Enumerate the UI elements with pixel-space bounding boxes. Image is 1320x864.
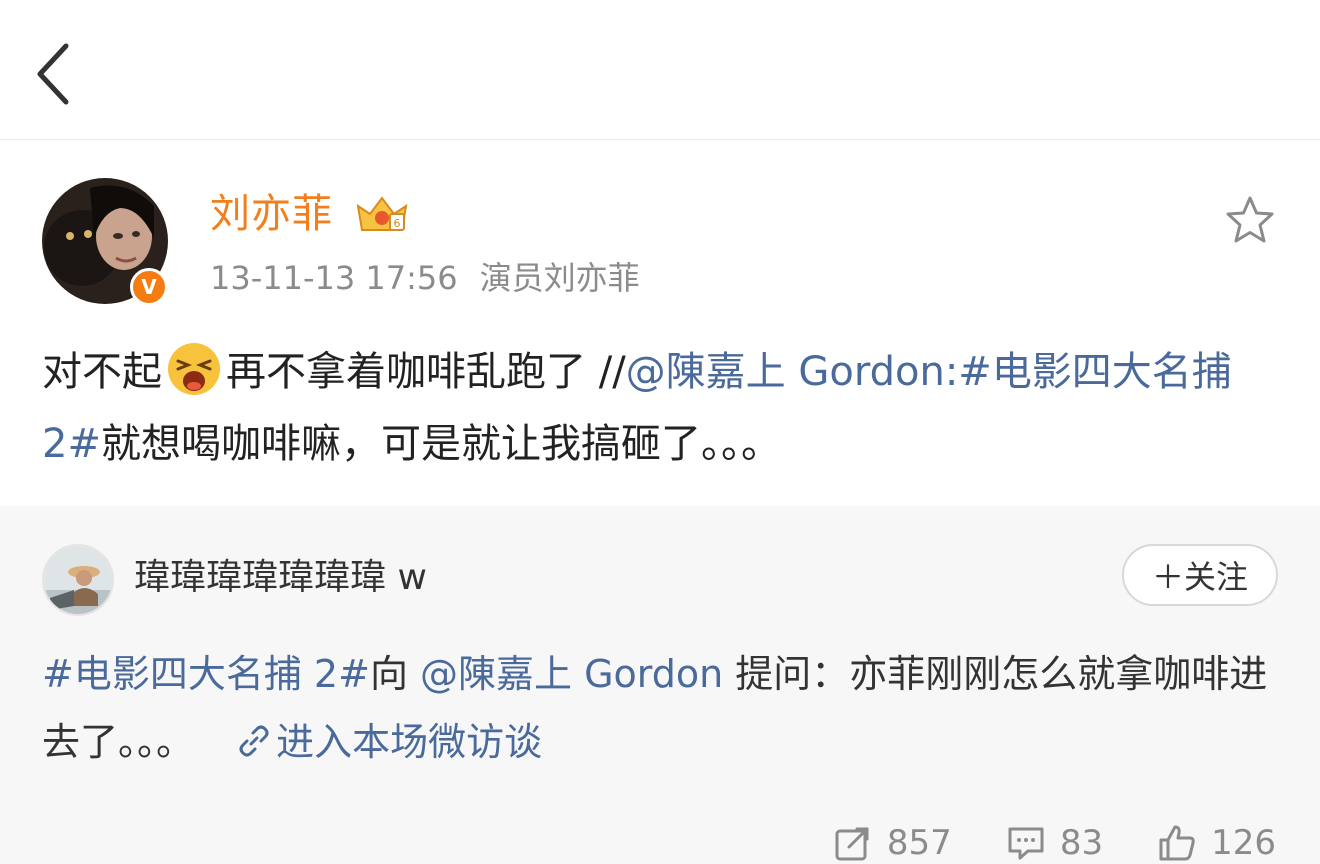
retweet-avatar-image [44, 546, 112, 614]
post-text-part2: 再不拿着咖啡乱跑了 // [226, 349, 626, 395]
interview-link-label: 进入本场微访谈 [276, 720, 543, 764]
retweet-text: #电影四大名捕 2#向 @陳嘉上 Gordon 提问：亦菲刚刚怎么就拿咖啡进去了… [42, 640, 1282, 776]
favorite-button[interactable] [1224, 194, 1276, 246]
retweeted-post[interactable]: 瑋瑋瑋瑋瑋瑋瑋 w ＋关注 #电影四大名捕 2#向 @陳嘉上 Gordon 提问… [0, 506, 1320, 864]
repost-icon [835, 827, 869, 861]
like-button[interactable]: 126 [1157, 823, 1276, 863]
post-text-part3: 就想喝咖啡嘛，可是就让我搞砸了。。。 [100, 421, 781, 467]
weibo-post-page: V 刘亦菲 6 13-11-13 17:56 演员刘亦菲 对不起 再不拿着咖啡乱跑… [0, 0, 1320, 864]
crown-icon[interactable]: 6 [354, 192, 410, 236]
comment-button[interactable]: 83 [1006, 823, 1103, 863]
crying-face-icon [168, 343, 220, 395]
comment-icon [1008, 827, 1044, 860]
author-name[interactable]: 刘亦菲 [210, 190, 333, 238]
repost-count: 857 [886, 823, 952, 863]
follow-button[interactable]: ＋关注 [1122, 544, 1278, 606]
comment-count: 83 [1059, 823, 1104, 863]
action-stats-bar: 857 83 126 [779, 818, 1276, 864]
verified-badge: V [130, 268, 168, 306]
like-count: 126 [1211, 823, 1276, 863]
star-outline-icon [1226, 196, 1274, 243]
retweet-text-pre: 向 [369, 652, 421, 696]
back-button[interactable] [26, 36, 86, 112]
post-source: 演员刘亦菲 [479, 259, 640, 297]
link-icon [239, 725, 269, 757]
post-timestamp: 13-11-13 17:56 [210, 259, 458, 297]
retweet-hashtag-link[interactable]: #电影四大名捕 2# [42, 652, 370, 696]
top-nav-bar [0, 0, 1320, 140]
svg-text:6: 6 [394, 217, 401, 230]
repost-button[interactable]: 857 [833, 823, 952, 863]
retweet-author-avatar[interactable] [42, 544, 114, 616]
thumbs-up-icon [1159, 825, 1195, 861]
interview-link[interactable]: 进入本场微访谈 [236, 720, 542, 764]
retweet-mention-link[interactable]: @陳嘉上 Gordon [420, 652, 723, 696]
chevron-left-icon [37, 43, 69, 105]
mention-link[interactable]: @陳嘉上 Gordon [626, 349, 945, 395]
retweet-author-name[interactable]: 瑋瑋瑋瑋瑋瑋瑋 w [134, 554, 427, 602]
post-text-part1: 对不起 [42, 349, 162, 395]
post-text: 对不起 再不拿着咖啡乱跑了 //@陳嘉上 Gordon:#电影四大名捕 2#就想… [42, 336, 1282, 480]
post-meta: 13-11-13 17:56 演员刘亦菲 [210, 258, 640, 298]
mention-colon: : [944, 349, 959, 395]
